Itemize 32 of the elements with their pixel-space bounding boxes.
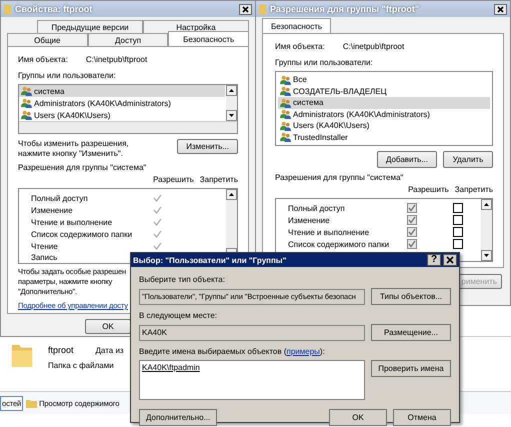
section-label: Разрешения для группы "система" xyxy=(275,172,404,183)
object-path: C:\inetpub\ftproot xyxy=(86,54,148,65)
field-label: Выберите тип объекта: xyxy=(139,274,226,285)
permission-name: Запись xyxy=(31,252,58,263)
section-label: Разрешения для группы "система" xyxy=(18,162,148,173)
field-label: В следующем месте: xyxy=(139,310,218,321)
permission-name: Полный доступ xyxy=(288,202,345,214)
permission-name: Список содержимого папки xyxy=(31,228,132,240)
permission-name: Список содержимого папки xyxy=(288,238,390,250)
permission-name: Изменение xyxy=(288,214,330,226)
section-label: Группы или пользователи: xyxy=(18,70,117,81)
section-label: Группы или пользователи: xyxy=(275,57,374,68)
dialog-title: Выбор: "Пользователи" или "Группы" xyxy=(133,254,286,266)
column-header: Запретить xyxy=(454,184,493,195)
permission-name: Чтение и выполнение xyxy=(288,226,370,238)
window-title: Свойства: ftproot xyxy=(15,4,92,14)
permission-name: Чтение xyxy=(31,240,58,252)
field-label: Введите имена выбираемых объектов (примеры): xyxy=(139,346,326,357)
folder-name: ftproot xyxy=(48,345,74,356)
object-path: C:\inetpub\ftproot xyxy=(342,41,404,52)
field-label: Имя объекта: xyxy=(18,54,68,65)
column-header: Запретить xyxy=(200,174,238,185)
hint-text: Чтобы изменить разрешения, нажмите кнопку "Изменить". xyxy=(18,139,129,159)
folder-type: Папка с файлами xyxy=(48,360,115,371)
permission-name: Изменение xyxy=(31,204,73,216)
permission-name: Полный доступ xyxy=(31,192,88,204)
column-header: Разрешить xyxy=(408,184,449,195)
field-label: Имя объекта: xyxy=(275,41,325,52)
permission-name: Чтение и выполнение xyxy=(31,216,112,228)
window-title: Разрешения для группы "ftproot" xyxy=(270,4,420,14)
column-header: Разрешить xyxy=(153,174,194,185)
column-header: Дата из xyxy=(96,345,124,356)
